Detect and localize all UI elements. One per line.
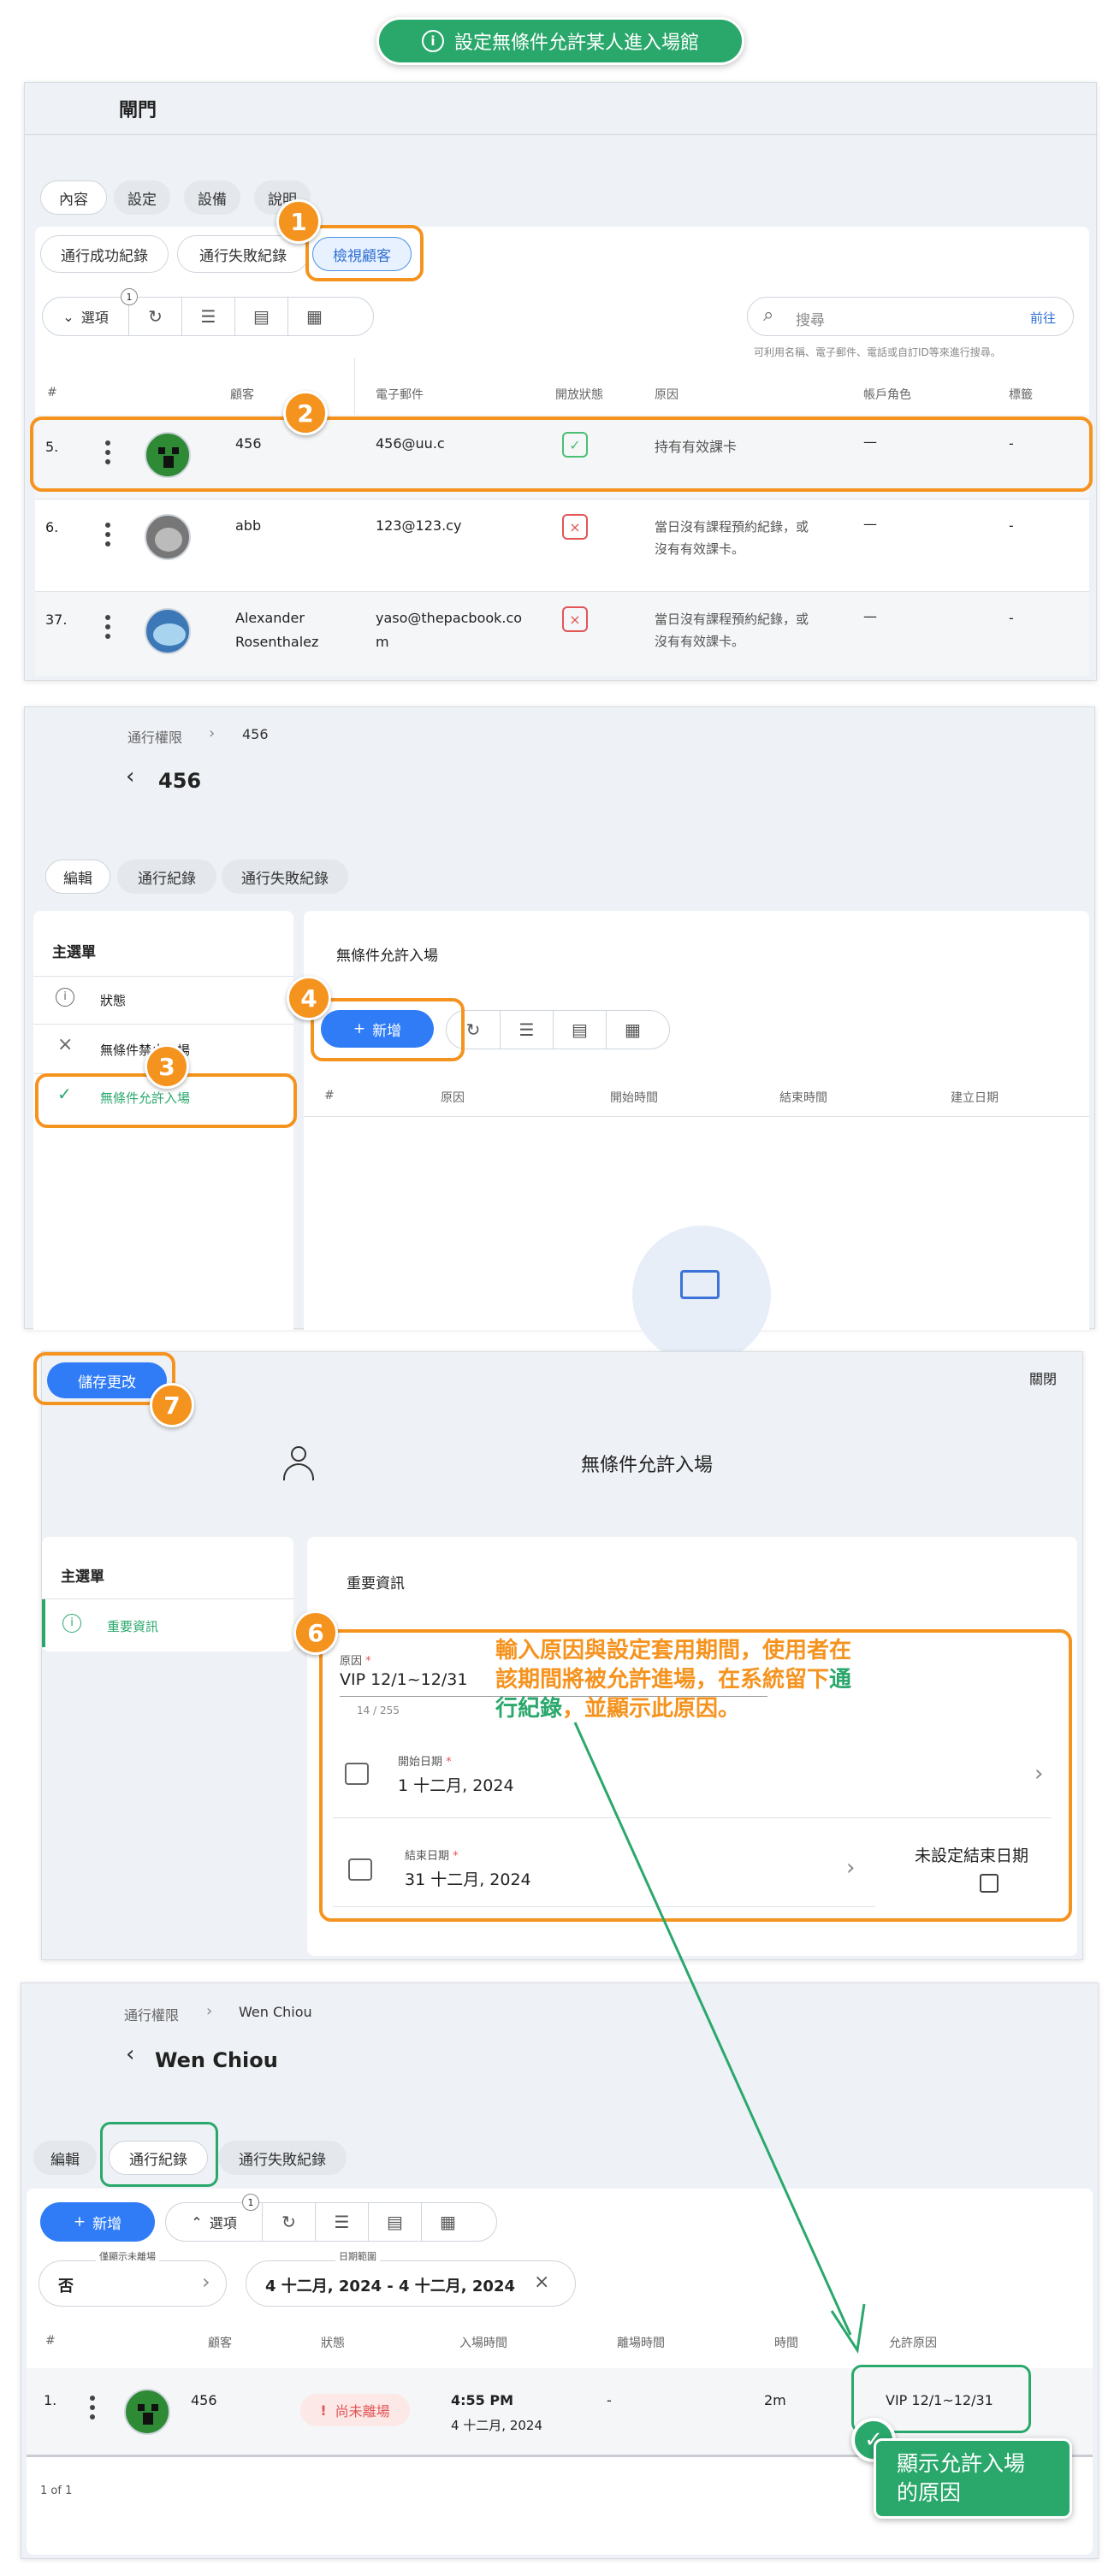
arrow-connector (573, 1722, 866, 2354)
